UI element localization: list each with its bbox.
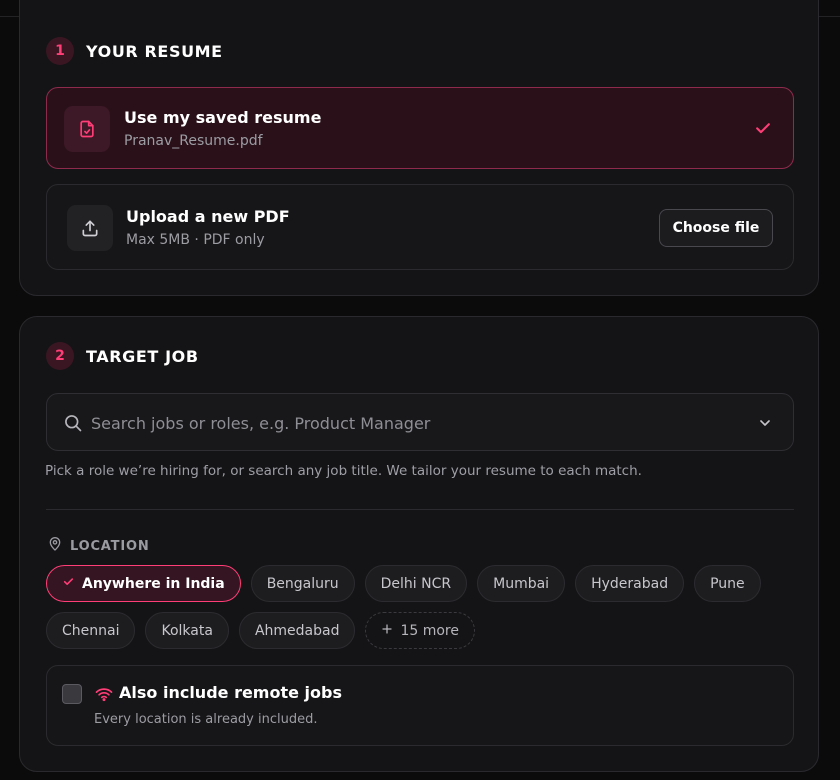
location-chip-label: Anywhere in India	[82, 575, 225, 592]
location-chip-label: Delhi NCR	[380, 575, 452, 592]
step-number-badge: 2	[46, 342, 74, 370]
location-chip[interactable]: Pune	[694, 565, 761, 602]
choose-file-button[interactable]: Choose file	[659, 209, 773, 247]
target-job-card: 2 TARGET JOB Pick a role we’re hiring fo…	[19, 316, 819, 772]
location-chip-label: Bengaluru	[266, 575, 339, 592]
plus-icon	[381, 623, 393, 639]
resume-card: 1 YOUR RESUME Use my saved resume Pranav…	[19, 0, 819, 296]
location-label: LOCATION	[47, 536, 150, 556]
upload-title: Upload a new PDF	[126, 207, 290, 226]
more-locations-button[interactable]: 15 more	[365, 612, 475, 649]
remote-jobs-subtitle: Every location is already included.	[94, 712, 318, 727]
check-icon	[753, 118, 773, 142]
upload-hint: Max 5MB · PDF only	[126, 232, 265, 248]
location-chips: Anywhere in India Bengaluru Delhi NCR Mumba…	[46, 565, 806, 659]
section-title: YOUR RESUME	[86, 41, 223, 61]
resume-step-header: 1 YOUR RESUME	[46, 37, 223, 65]
remote-jobs-option[interactable]: Also include remote jobs Every location …	[46, 665, 794, 746]
search-hint: Pick a role we’re hiring for, or search …	[45, 463, 642, 479]
location-chip-label: Chennai	[62, 622, 120, 639]
target-step-header: 2 TARGET JOB	[46, 342, 199, 370]
location-chip-label: Kolkata	[161, 622, 213, 639]
check-icon	[62, 575, 75, 592]
location-chip-label: Hyderabad	[591, 575, 669, 592]
location-chip-row: Anywhere in India Bengaluru Delhi NCR Mumba…	[46, 565, 806, 602]
location-chip-label: Pune	[710, 575, 745, 592]
upload-pdf-option[interactable]: Upload a new PDF Max 5MB · PDF only Choo…	[46, 184, 794, 270]
map-pin-icon	[47, 536, 63, 556]
wifi-icon	[95, 686, 113, 706]
location-chip[interactable]: Ahmedabad	[238, 612, 356, 649]
job-search-input[interactable]	[91, 410, 731, 436]
location-chip[interactable]: Bengaluru	[250, 565, 355, 602]
upload-icon	[67, 205, 113, 251]
saved-resume-title: Use my saved resume	[124, 108, 322, 127]
chevron-down-icon[interactable]	[757, 415, 773, 435]
location-chip[interactable]: Anywhere in India	[46, 565, 241, 602]
job-search-combobox[interactable]	[46, 393, 794, 451]
location-chip[interactable]: Kolkata	[145, 612, 229, 649]
step-number-badge: 1	[46, 37, 74, 65]
location-chip-row: Chennai Kolkata Ahmedabad 15 more	[46, 612, 806, 649]
location-chip[interactable]: Mumbai	[477, 565, 566, 602]
file-check-icon	[64, 106, 110, 152]
location-chip[interactable]: Delhi NCR	[364, 565, 468, 602]
location-chip[interactable]: Chennai	[46, 612, 136, 649]
section-title: TARGET JOB	[86, 346, 199, 366]
saved-resume-filename: Pranav_Resume.pdf	[124, 133, 263, 149]
remote-jobs-checkbox[interactable]	[62, 684, 82, 704]
location-label-text: LOCATION	[70, 538, 150, 554]
location-chip-label: Mumbai	[493, 575, 550, 592]
remote-jobs-title: Also include remote jobs	[119, 683, 342, 702]
location-chip-label: Ahmedabad	[254, 622, 340, 639]
more-locations-label: 15 more	[400, 622, 459, 639]
search-icon	[63, 413, 83, 437]
saved-resume-option[interactable]: Use my saved resume Pranav_Resume.pdf	[46, 87, 794, 169]
section-divider	[46, 509, 794, 510]
location-chip[interactable]: Hyderabad	[575, 565, 685, 602]
